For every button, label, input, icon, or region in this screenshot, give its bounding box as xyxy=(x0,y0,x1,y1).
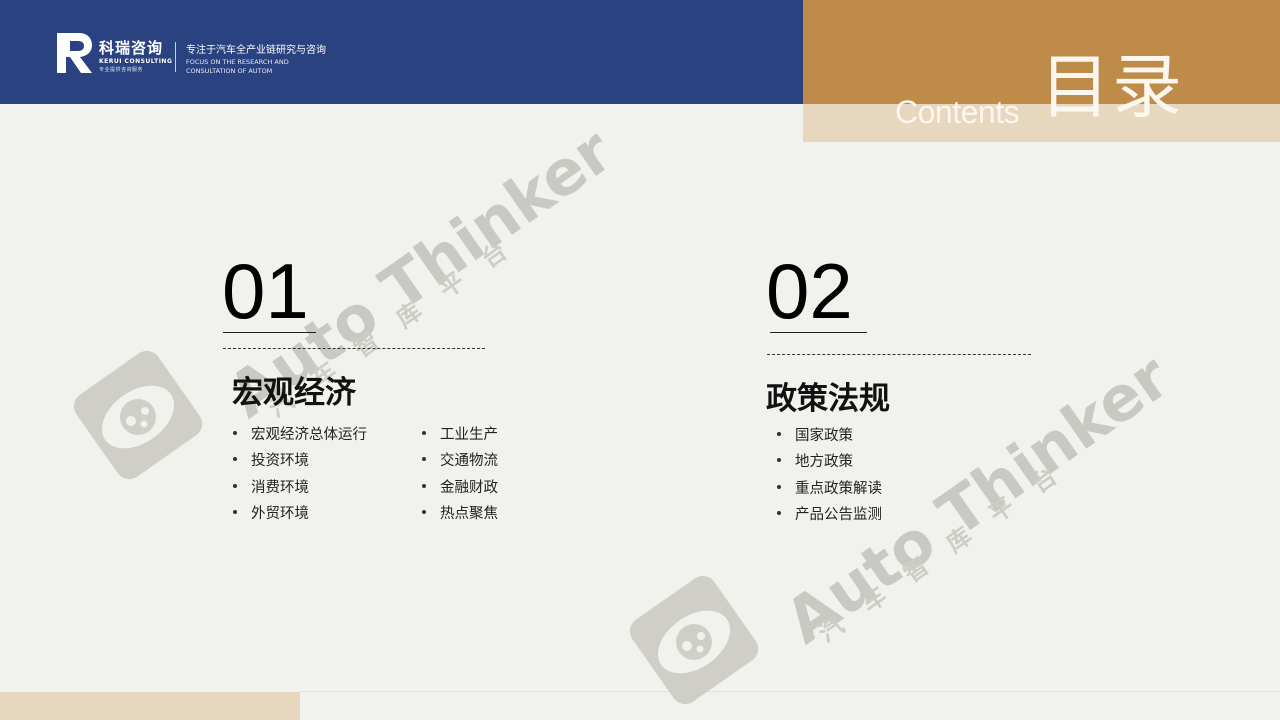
watermark-eye-icon xyxy=(73,350,203,480)
list-item-label: 重点政策解读 xyxy=(795,481,882,497)
brand-name-en: KERUI CONSULTING xyxy=(99,58,173,65)
watermark-eye-icon xyxy=(629,575,759,705)
list-item-label: 热点聚焦 xyxy=(440,506,498,522)
bullet-icon xyxy=(777,511,781,515)
watermark-cn: 汽车智库平台 xyxy=(813,445,1086,648)
brand-name: 科瑞咨询 xyxy=(99,39,164,57)
bullet-icon xyxy=(422,484,426,488)
list-item-label: 宏观经济总体运行 xyxy=(251,427,367,443)
section-dashed-rule xyxy=(767,354,1031,355)
list-item-label: 交通物流 xyxy=(440,453,498,469)
bottom-accent-strip xyxy=(0,692,300,720)
list-item-label: 地方政策 xyxy=(795,454,853,470)
list-item-label: 产品公告监测 xyxy=(795,507,882,523)
list-item[interactable]: 外贸环境 xyxy=(233,502,309,523)
bullet-icon xyxy=(777,432,781,436)
bullet-icon xyxy=(233,510,237,514)
list-item[interactable]: 宏观经济总体运行 xyxy=(233,423,367,444)
contents-title-en: Contents xyxy=(895,94,1020,130)
section-dashed-rule xyxy=(223,348,485,349)
bullet-icon xyxy=(422,431,426,435)
section-number-underline xyxy=(770,332,867,333)
list-item-label: 金融财政 xyxy=(440,480,498,496)
list-item-label: 工业生产 xyxy=(440,427,498,443)
list-item-label: 消费环境 xyxy=(251,480,309,496)
list-item[interactable]: 国家政策 xyxy=(777,424,853,445)
tagline-cn: 专注于汽车全产业链研究与咨询 xyxy=(186,45,326,56)
list-item[interactable]: 金融财政 xyxy=(422,476,498,497)
list-item[interactable]: 地方政策 xyxy=(777,450,853,471)
bullet-icon xyxy=(233,457,237,461)
tagline-en-line1: FOCUS ON THE RESEARCH AND xyxy=(186,58,289,66)
bottom-divider xyxy=(300,691,1280,692)
list-item[interactable]: 工业生产 xyxy=(422,423,498,444)
section-title: 宏观经济 xyxy=(232,375,356,411)
section-title: 政策法规 xyxy=(766,381,890,417)
section-number-underline xyxy=(223,332,316,333)
list-item-label: 投资环境 xyxy=(251,453,309,469)
tagline-en-line2: CONSULTATION OF AUTOM xyxy=(186,67,273,75)
bullet-icon xyxy=(777,485,781,489)
list-item[interactable]: 产品公告监测 xyxy=(777,503,882,524)
list-item-label: 国家政策 xyxy=(795,428,853,444)
kerui-logo-icon xyxy=(57,33,92,73)
brand-divider xyxy=(175,42,176,72)
bullet-icon xyxy=(422,510,426,514)
list-item[interactable]: 热点聚焦 xyxy=(422,502,498,523)
bullet-icon xyxy=(233,484,237,488)
list-item-label: 外贸环境 xyxy=(251,506,309,522)
list-item[interactable]: 重点政策解读 xyxy=(777,477,882,498)
bullet-icon xyxy=(777,458,781,462)
list-item[interactable]: 交通物流 xyxy=(422,449,498,470)
section-number: 02 xyxy=(766,247,853,335)
section-number: 01 xyxy=(222,247,309,335)
brand-subtitle: 专业提供咨询服务 xyxy=(99,67,144,73)
list-item[interactable]: 消费环境 xyxy=(233,476,309,497)
bullet-icon xyxy=(233,431,237,435)
contents-title-cn: 目录 xyxy=(1040,46,1184,128)
bullet-icon xyxy=(422,457,426,461)
list-item[interactable]: 投资环境 xyxy=(233,449,309,470)
